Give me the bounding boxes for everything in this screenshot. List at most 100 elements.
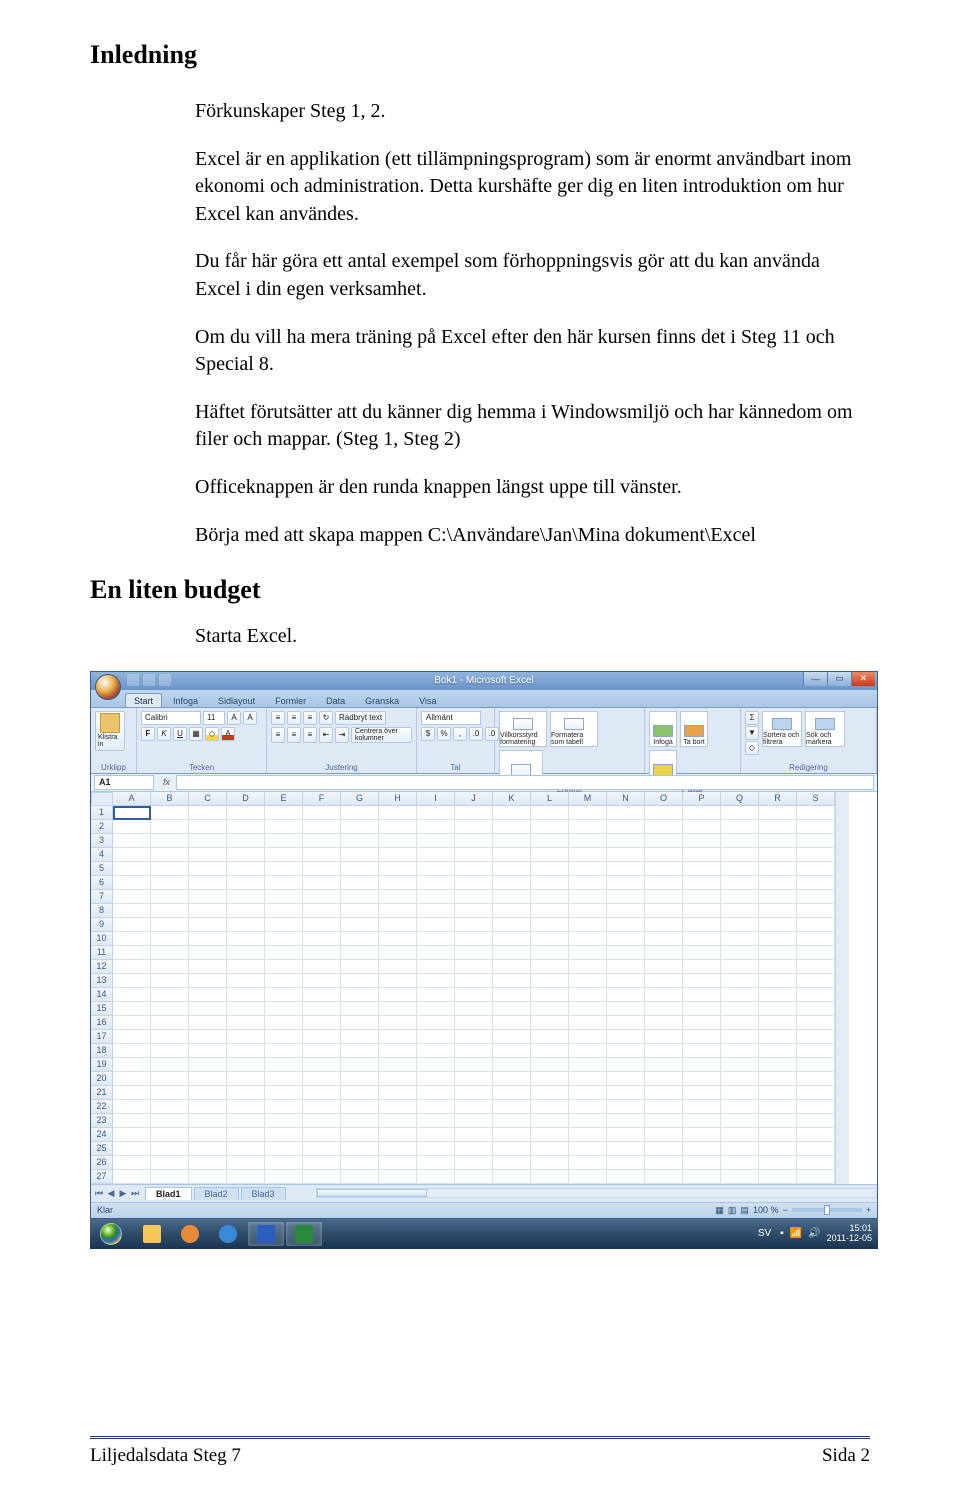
cell[interactable]: [721, 946, 759, 960]
cell[interactable]: [493, 946, 531, 960]
align-right-button[interactable]: ≡: [303, 727, 317, 743]
column-header[interactable]: H: [379, 792, 417, 806]
sheet-tab[interactable]: Blad1: [145, 1187, 192, 1200]
cell[interactable]: [379, 890, 417, 904]
cell[interactable]: [493, 932, 531, 946]
cell[interactable]: [113, 1142, 151, 1156]
cell[interactable]: [379, 960, 417, 974]
cell[interactable]: [265, 1100, 303, 1114]
cell[interactable]: [379, 1072, 417, 1086]
cell[interactable]: [417, 1086, 455, 1100]
cell[interactable]: [189, 890, 227, 904]
row-header[interactable]: 26: [91, 1156, 113, 1170]
cell[interactable]: [189, 1072, 227, 1086]
align-left-button[interactable]: ≡: [271, 727, 285, 743]
cell[interactable]: [683, 1156, 721, 1170]
cell[interactable]: [189, 834, 227, 848]
cell[interactable]: [607, 1086, 645, 1100]
delete-cells-button[interactable]: Ta bort: [680, 711, 708, 747]
cell[interactable]: [683, 988, 721, 1002]
cell[interactable]: [607, 834, 645, 848]
cell[interactable]: [379, 974, 417, 988]
cell[interactable]: [341, 974, 379, 988]
qat-undo-icon[interactable]: [143, 674, 155, 686]
fill-button[interactable]: ▼: [745, 726, 759, 740]
cell[interactable]: [341, 1072, 379, 1086]
row-header[interactable]: 10: [91, 932, 113, 946]
cell[interactable]: [379, 862, 417, 876]
cell[interactable]: [417, 1016, 455, 1030]
cell[interactable]: [493, 834, 531, 848]
cell[interactable]: [759, 806, 797, 820]
cell[interactable]: [721, 1002, 759, 1016]
cell[interactable]: [151, 834, 189, 848]
cell[interactable]: [189, 932, 227, 946]
cell[interactable]: [759, 890, 797, 904]
cell[interactable]: [227, 862, 265, 876]
cell[interactable]: [797, 960, 835, 974]
cell[interactable]: [759, 1100, 797, 1114]
cell[interactable]: [341, 1016, 379, 1030]
row-header[interactable]: 22: [91, 1100, 113, 1114]
cell[interactable]: [645, 834, 683, 848]
cell[interactable]: [227, 1114, 265, 1128]
cell[interactable]: [797, 1086, 835, 1100]
cell[interactable]: [569, 1100, 607, 1114]
tray-flag-icon[interactable]: ▪: [780, 1228, 784, 1239]
cell[interactable]: [151, 918, 189, 932]
column-header[interactable]: B: [151, 792, 189, 806]
cell[interactable]: [721, 1058, 759, 1072]
cell[interactable]: [303, 1114, 341, 1128]
cell[interactable]: [113, 1058, 151, 1072]
cell[interactable]: [645, 974, 683, 988]
row-header[interactable]: 11: [91, 946, 113, 960]
cell[interactable]: [721, 1030, 759, 1044]
cell[interactable]: [265, 904, 303, 918]
view-layout-icon[interactable]: ▥: [728, 1205, 737, 1216]
cell[interactable]: [151, 820, 189, 834]
cell[interactable]: [303, 1142, 341, 1156]
cell[interactable]: [607, 932, 645, 946]
fill-color-button[interactable]: ◇: [205, 727, 219, 741]
indent-inc-button[interactable]: ⇥: [335, 727, 349, 743]
column-header[interactable]: J: [455, 792, 493, 806]
cell[interactable]: [341, 1142, 379, 1156]
cell[interactable]: [417, 946, 455, 960]
cell[interactable]: [379, 932, 417, 946]
taskbar-media-icon[interactable]: [172, 1222, 208, 1246]
cell[interactable]: [569, 806, 607, 820]
zoom-thumb[interactable]: [824, 1205, 830, 1215]
cell[interactable]: [531, 918, 569, 932]
cell[interactable]: [151, 890, 189, 904]
cell[interactable]: [493, 848, 531, 862]
cell[interactable]: [797, 890, 835, 904]
cell[interactable]: [189, 1044, 227, 1058]
cell[interactable]: [189, 1002, 227, 1016]
cell[interactable]: [455, 1016, 493, 1030]
row-header[interactable]: 8: [91, 904, 113, 918]
tray-network-icon[interactable]: 📶: [790, 1228, 802, 1239]
cell[interactable]: [569, 1142, 607, 1156]
cell[interactable]: [569, 904, 607, 918]
cell[interactable]: [379, 806, 417, 820]
cell[interactable]: [607, 1058, 645, 1072]
cell[interactable]: [227, 918, 265, 932]
cell[interactable]: [569, 834, 607, 848]
cell[interactable]: [797, 1058, 835, 1072]
cell[interactable]: [531, 1058, 569, 1072]
cell[interactable]: [645, 988, 683, 1002]
row-header[interactable]: 12: [91, 960, 113, 974]
cell[interactable]: [303, 918, 341, 932]
cell[interactable]: [531, 988, 569, 1002]
cell[interactable]: [759, 1114, 797, 1128]
worksheet-grid[interactable]: ABCDEFGHIJKLMNOPQRS 12345678910111213141…: [91, 792, 877, 1184]
cell[interactable]: [113, 960, 151, 974]
cell[interactable]: [607, 806, 645, 820]
cell[interactable]: [341, 820, 379, 834]
cell[interactable]: [759, 1030, 797, 1044]
cell[interactable]: [265, 862, 303, 876]
cell[interactable]: [151, 1002, 189, 1016]
row-header[interactable]: 13: [91, 974, 113, 988]
cell[interactable]: [645, 1100, 683, 1114]
column-header[interactable]: E: [265, 792, 303, 806]
